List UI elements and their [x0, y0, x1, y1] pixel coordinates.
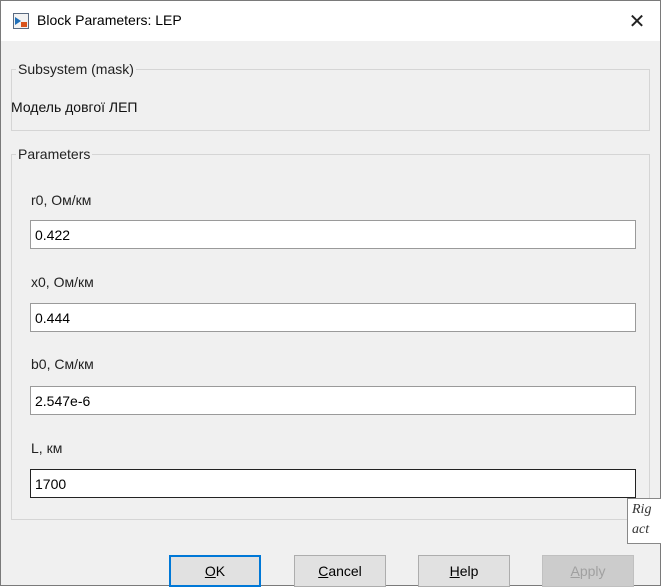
ok-label-rest: K — [215, 563, 226, 579]
param-label-l: L, км — [31, 440, 63, 456]
help-button[interactable]: Help — [418, 555, 510, 587]
subsystem-group: Subsystem (mask) — [11, 61, 650, 131]
parameters-legend: Parameters — [18, 146, 91, 162]
param-input-r0[interactable] — [30, 220, 636, 249]
subsystem-description: Модель довгої ЛЕП — [11, 99, 138, 115]
apply-label-rest: pply — [579, 563, 606, 579]
param-input-b0[interactable] — [30, 386, 636, 415]
ok-accel: O — [204, 563, 216, 579]
cancel-accel: C — [318, 563, 329, 579]
param-input-x0[interactable] — [30, 303, 636, 332]
param-label-b0: b0, См/км — [31, 356, 94, 372]
close-icon[interactable]: ✕ — [614, 1, 660, 41]
block-parameters-dialog: Block Parameters: LEP ✕ Subsystem (mask)… — [0, 0, 661, 587]
simulink-block-icon — [13, 13, 29, 29]
window-title: Block Parameters: LEP — [37, 12, 182, 28]
title-bar[interactable]: Block Parameters: LEP ✕ — [1, 1, 660, 41]
apply-button[interactable]: Apply — [542, 555, 634, 587]
parameters-group: Parameters — [11, 146, 650, 520]
ok-button[interactable]: OK — [169, 555, 261, 587]
param-input-l[interactable] — [30, 469, 636, 498]
param-label-x0: x0, Ом/км — [31, 274, 94, 290]
help-accel: H — [449, 563, 460, 579]
help-label-rest: elp — [459, 563, 479, 579]
tooltip-popup: Rig act — [627, 498, 661, 544]
tooltip-line-1: Rig — [632, 502, 652, 517]
subsystem-legend: Subsystem (mask) — [18, 61, 134, 77]
cancel-label-rest: ancel — [328, 563, 362, 579]
apply-accel: A — [570, 563, 580, 579]
tooltip-line-2: act — [632, 522, 650, 537]
param-label-r0: r0, Ом/км — [31, 192, 92, 208]
cancel-button[interactable]: Cancel — [294, 555, 386, 587]
